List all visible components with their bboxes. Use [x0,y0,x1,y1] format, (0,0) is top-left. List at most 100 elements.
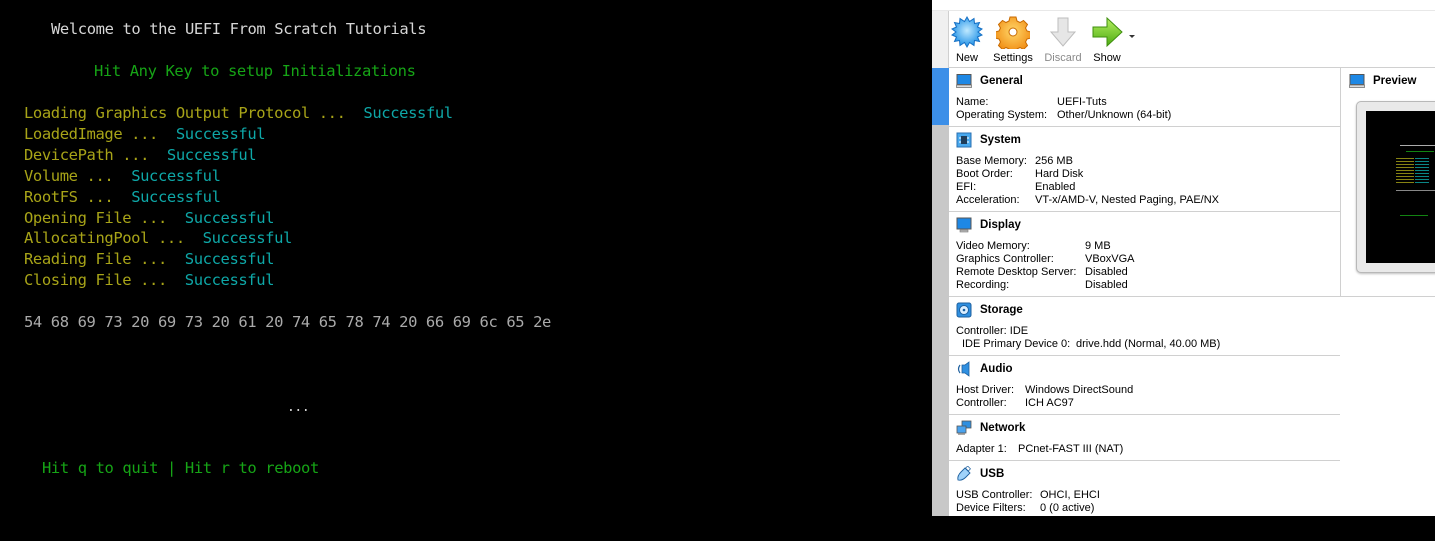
status-result: Successful [175,124,266,143]
detail-key: Recording: [956,279,1010,291]
detail-key: Controller: [956,397,1007,409]
section-network-header[interactable]: Network [956,420,1025,436]
detail-value: 256 MB [1035,155,1073,167]
section-general-header[interactable]: General [956,73,1023,89]
status-result: Successful [131,166,221,185]
detail-value: OHCI, EHCI [1040,489,1100,501]
status-result: Successful [202,229,293,248]
detail-key: Acceleration: [956,194,1020,206]
detail-key: Boot Order: [956,168,1013,180]
section-storage: Storage Controller: IDE IDE Primary Devi… [949,297,1340,356]
detail-value: Other/Unknown (64-bit) [1057,109,1172,121]
vm-list-selected-item[interactable] [932,68,949,125]
desktop-below-panel [932,516,1435,541]
status-result: Successful [184,271,275,290]
preview-text-line [1415,161,1429,162]
section-usb: USB USB Controller: OHCI, EHCI Device Filt… [949,461,1340,516]
vm-list-rail[interactable] [932,11,949,516]
status-result: Successful [131,187,221,206]
status-result: Successful [184,250,275,269]
preview-pane: Preview [1340,68,1435,297]
detail-value: Disabled [1085,279,1128,291]
discard-button[interactable]: Discard [1043,15,1083,65]
section-title: Audio [980,363,1013,375]
show-dropdown-arrow-icon[interactable] [1129,35,1135,38]
settings-button[interactable]: Settings [991,15,1035,65]
discard-down-arrow-icon [1049,17,1077,47]
preview-header[interactable]: Preview [1349,73,1416,89]
discard-button-label: Discard [1044,52,1082,64]
status-label: Closing File ... [24,271,176,290]
section-storage-header[interactable]: Storage [956,302,1023,318]
preview-text-line [1396,167,1414,168]
console-prompt-line: Hit Any Key to setup Initializations [94,62,416,80]
detail-value: Enabled [1035,181,1076,193]
detail-value: VT-x/AMD-V, Nested Paging, PAE/NX [1035,194,1220,206]
console-status-line: Closing File ... Successful [24,270,275,291]
console-status-line: AllocatingPool ... Successful [24,228,292,249]
section-title: System [980,134,1021,146]
section-system-header[interactable]: System [956,132,1021,148]
section-display-header[interactable]: Display [956,217,1021,233]
section-title: General [980,75,1023,87]
preview-text-line [1400,215,1428,216]
status-result: Successful [363,104,453,122]
vm-list-empty-area [932,125,949,516]
detail-key: Graphics Controller: [956,253,1054,265]
section-title: Network [980,422,1026,434]
preview-text-line [1415,179,1429,180]
preview-text-line [1396,190,1435,191]
detail-value: drive.hdd (Normal, 40.00 MB) [1076,338,1221,350]
detail-key: Adapter 1: [956,443,1007,455]
show-right-arrow-icon [1092,16,1123,48]
detail-value: VBoxVGA [1085,253,1135,265]
status-label: Loading Graphics Output Protocol ... [24,104,355,122]
status-label: Volume ... [24,166,123,185]
section-usb-header[interactable]: USB [956,466,1004,482]
settings-button-label: Settings [993,52,1033,64]
new-button[interactable]: New [950,15,984,65]
console-status-line: RootFS ... Successful [24,187,221,208]
vm-console-screen[interactable]: Welcome to the UEFI From Scratch Tutoria… [0,0,932,541]
detail-value: PCnet-FAST III (NAT) [1018,443,1124,455]
show-button[interactable]: Show [1089,15,1125,65]
console-status-line: Volume ... Successful [24,166,221,187]
detail-key: Video Memory: [956,240,1030,252]
preview-text-line [1415,182,1429,183]
detail-value: Disabled [1085,266,1128,278]
preview-thumbnail-screen [1366,111,1435,263]
preview-text-line [1415,158,1429,159]
detail-value: 9 MB [1085,240,1111,252]
storage-disk-icon [956,302,972,318]
section-audio: Audio Host Driver: Windows DirectSound Con… [949,356,1340,415]
section-system: System Base Memory: 256 MB Boot Order: Hard… [949,127,1340,212]
console-status-line: LoadedImage ... Successful [24,124,266,145]
preview-text-line [1396,179,1414,180]
preview-text-line [1396,176,1414,177]
system-chip-icon [956,132,972,148]
detail-key: Remote Desktop Server: [956,266,1077,278]
display-monitor-icon [956,217,972,233]
preview-text-line [1396,164,1414,165]
preview-text-line [1415,167,1429,168]
preview-text-line [1415,164,1429,165]
console-status-line: Reading File ... Successful [24,249,275,270]
section-audio-header[interactable]: Audio [956,361,1013,377]
vm-details-pane: General Name: UEFI-Tuts Operating System: O… [949,68,1340,516]
console-status-line: Loading Graphics Output Protocol ... Suc… [24,103,453,124]
detail-key: USB Controller: [956,489,1033,501]
audio-speaker-icon [957,361,970,377]
general-monitor-icon [956,74,972,88]
detail-value: UEFI-Tuts [1057,96,1107,108]
preview-text-line [1415,176,1429,177]
console-title-line: Welcome to the UEFI From Scratch Tutoria… [51,20,427,38]
settings-gear-icon [996,16,1030,49]
console-status-line: Opening File ... Successful [24,208,275,229]
console-status-line: DevicePath ... Successful [24,145,257,166]
section-title: Storage [980,304,1023,316]
detail-key: Base Memory: [956,155,1027,167]
preview-text-line [1396,158,1414,159]
preview-text-line [1400,145,1435,146]
preview-text-line [1396,173,1414,174]
console-ellipsis: ... [287,400,310,415]
